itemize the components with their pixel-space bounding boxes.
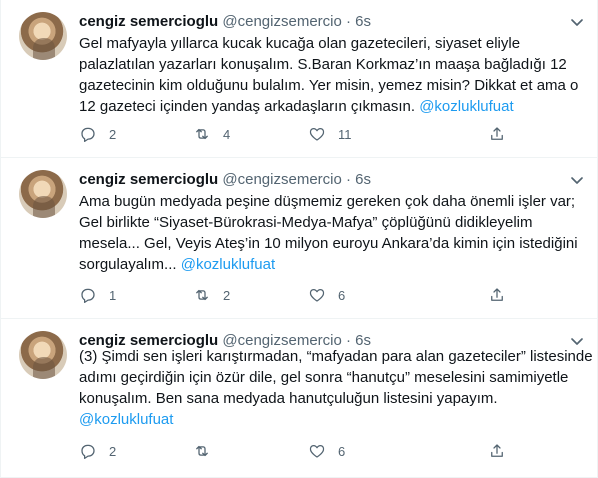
tweet-text-line: Gel birlikte “Siyaset-Bürokrasi-Medya-Ma…: [79, 214, 533, 231]
tweet-header: cengiz semercioglu @cengizsemercio · 6s: [79, 170, 371, 190]
retweet-count: 2: [223, 287, 231, 303]
tweet-text-line: konuşalım. Ben sana medyada hanutçuluğun…: [79, 390, 498, 407]
like-count: 11: [338, 126, 352, 142]
author-name[interactable]: cengiz semercioglu: [79, 171, 218, 188]
tweet-text: (3) Şimdi sen işleri karıştırmadan, “maf…: [79, 346, 593, 430]
retweet-icon: [196, 128, 208, 140]
separator-dot: ·: [346, 13, 351, 30]
avatar[interactable]: [19, 12, 67, 60]
tweet-time[interactable]: 6s: [355, 171, 371, 188]
like-button[interactable]: 6: [308, 441, 345, 461]
reply-button[interactable]: 2: [79, 124, 116, 144]
tweet[interactable]: cengiz semercioglu @cengizsemercio · 6s …: [1, 158, 598, 319]
like-button[interactable]: 6: [308, 285, 345, 305]
tweet-feed: cengiz semercioglu @cengizsemercio · 6s …: [0, 0, 598, 478]
heart-icon: [309, 127, 325, 141]
heart-icon: [309, 288, 325, 302]
reply-icon: [81, 127, 95, 142]
tweet-actions: 1 2 6: [79, 285, 549, 305]
retweet-icon: [196, 289, 208, 301]
share-icon: [491, 288, 503, 301]
share-icon: [491, 444, 503, 457]
separator-dot: ·: [346, 171, 351, 188]
tweet[interactable]: cengiz semercioglu @cengizsemercio · 6s …: [1, 0, 598, 158]
reply-count: 2: [109, 126, 117, 142]
tweet-text-line: sorgulayalım...: [79, 256, 181, 273]
more-options-icon[interactable]: [567, 12, 587, 32]
mention-link[interactable]: @kozluklufuat: [79, 411, 173, 428]
author-handle[interactable]: @cengizsemercio: [222, 171, 341, 188]
tweet[interactable]: cengiz semercioglu @cengizsemercio · 6s …: [1, 319, 598, 478]
author-name[interactable]: cengiz semercioglu: [79, 13, 218, 30]
reply-button[interactable]: 1: [79, 285, 116, 305]
reply-icon: [81, 288, 95, 303]
retweet-count: 4: [223, 126, 231, 142]
like-count: 6: [338, 287, 346, 303]
mention-link[interactable]: @kozluklufuat: [419, 98, 513, 115]
retweet-icon: [196, 445, 208, 457]
share-button[interactable]: [488, 441, 506, 461]
tweet-text-line: Ama bugün medyada peşine düşmemiz gereke…: [79, 193, 576, 210]
tweet-text-line: mesela... Gel, Veyis Ateş’in 10 milyon e…: [79, 235, 578, 252]
author-handle[interactable]: @cengizsemercio: [222, 13, 341, 30]
more-options-icon[interactable]: [567, 170, 587, 190]
tweet-text-line: 12 gazeteci içinden yandaş arkadaşların …: [79, 98, 420, 115]
tweet-text-line: adımı geçirdiğin için özür dile, gel son…: [79, 369, 569, 386]
tweet-time[interactable]: 6s: [355, 13, 371, 30]
avatar[interactable]: [19, 170, 67, 218]
share-icon: [491, 127, 503, 140]
avatar[interactable]: [19, 331, 67, 379]
tweet-actions: 2 4 11: [79, 124, 549, 144]
tweet-actions: 2 6: [79, 441, 549, 461]
reply-button[interactable]: 2: [79, 441, 116, 461]
reply-icon: [81, 444, 95, 459]
tweet-text-line: Gel mafyayla yıllarca kucak kucağa olan …: [79, 35, 521, 52]
like-button[interactable]: 11: [308, 124, 352, 144]
share-button[interactable]: [488, 285, 506, 305]
share-button[interactable]: [488, 124, 506, 144]
heart-icon: [309, 444, 325, 458]
tweet-text: Gel mafyayla yıllarca kucak kucağa olan …: [79, 33, 585, 117]
tweet-text-line: gazetecinin kim olduğunu bulalım. Yer mi…: [79, 77, 579, 94]
tweet-text-line: palazlatılan yazarları konuşalım. S.Bara…: [79, 56, 567, 73]
reply-count: 2: [109, 443, 117, 459]
retweet-button[interactable]: 2: [193, 285, 230, 305]
reply-count: 1: [109, 287, 117, 303]
tweet-text-line: (3) Şimdi sen işleri karıştırmadan, “maf…: [79, 348, 593, 365]
retweet-button[interactable]: 4: [193, 124, 230, 144]
mention-link[interactable]: @kozluklufuat: [181, 256, 275, 273]
tweet-text: Ama bugün medyada peşine düşmemiz gereke…: [79, 191, 585, 275]
retweet-button[interactable]: [193, 441, 223, 461]
like-count: 6: [338, 443, 346, 459]
tweet-header: cengiz semercioglu @cengizsemercio · 6s: [79, 12, 371, 32]
